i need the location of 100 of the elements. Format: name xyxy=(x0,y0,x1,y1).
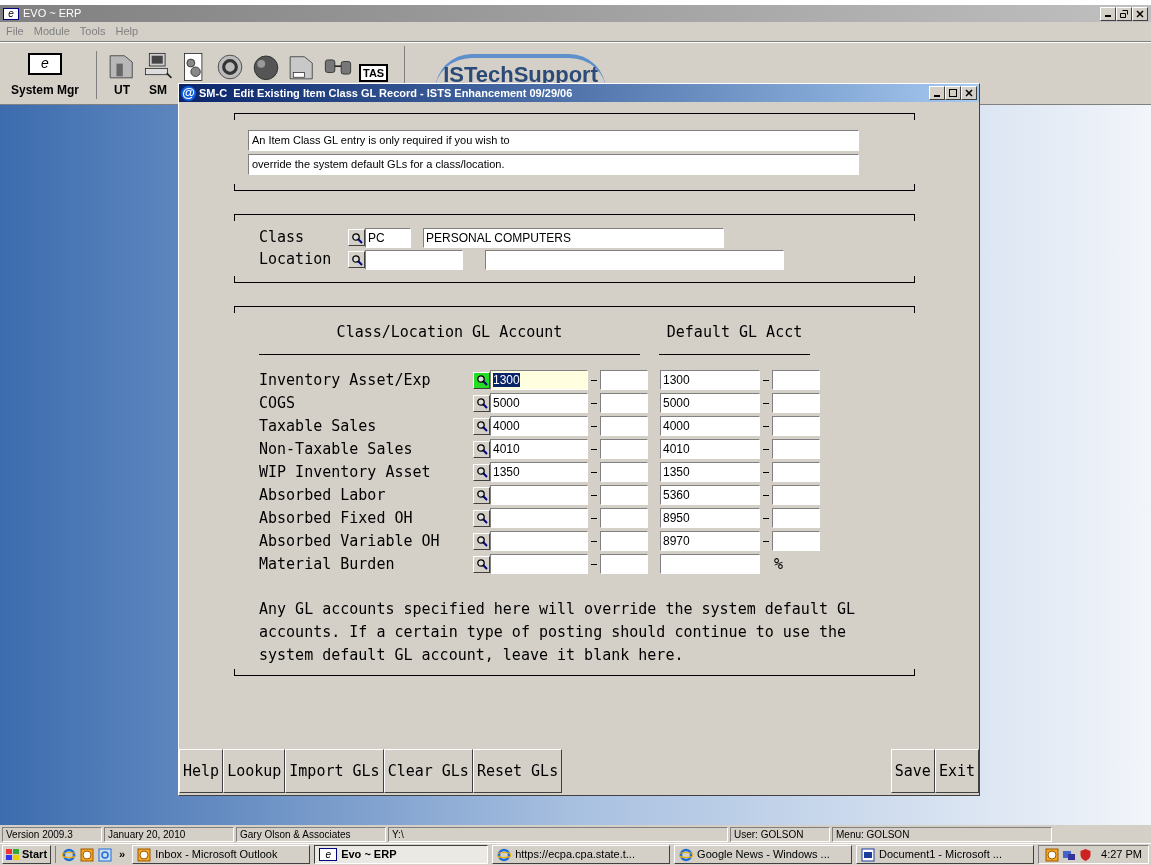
toolbar-button[interactable]: Import GLs xyxy=(285,749,384,793)
windows-flag-icon xyxy=(6,848,19,861)
lookup-button[interactable] xyxy=(473,417,490,435)
minimize-button[interactable] xyxy=(929,86,945,100)
input-field[interactable]: PERSONAL COMPUTERS xyxy=(423,227,724,248)
status-field: January 20, 2010 xyxy=(104,826,234,842)
input-field[interactable]: 1350 xyxy=(490,462,588,482)
input-field[interactable]: 1300 xyxy=(490,370,588,390)
input-field[interactable] xyxy=(600,508,648,528)
browser-icon[interactable] xyxy=(98,847,113,862)
taskbar-button[interactable]: Google News - Windows ... xyxy=(674,845,853,864)
maximize-button[interactable] xyxy=(945,86,961,100)
minimize-icon xyxy=(1105,15,1111,17)
lookup-button[interactable] xyxy=(348,251,365,268)
input-field[interactable] xyxy=(600,416,648,436)
input-field[interactable]: 8970 xyxy=(660,531,760,551)
search-icon xyxy=(475,489,488,501)
column-heading: Default GL Acct xyxy=(659,321,810,355)
lookup-button[interactable] xyxy=(473,463,490,481)
clock-icon xyxy=(137,847,152,862)
search-icon xyxy=(350,231,363,244)
toolbar-label[interactable]: System Mgr xyxy=(11,81,79,99)
input-field[interactable] xyxy=(600,485,648,505)
input-field[interactable]: 5000 xyxy=(490,393,588,413)
lookup-button[interactable] xyxy=(473,440,490,458)
toolbar-button[interactable]: Reset GLs xyxy=(472,749,563,793)
input-field[interactable] xyxy=(772,393,820,413)
input-field[interactable]: 5360 xyxy=(660,485,760,505)
restore-button[interactable] xyxy=(1116,6,1132,21)
row-label: Absorbed Labor xyxy=(259,484,387,506)
input-field[interactable] xyxy=(485,249,784,270)
toolbar-label[interactable]: SM xyxy=(149,81,167,99)
toolbar-label[interactable]: UT xyxy=(114,81,130,99)
search-icon xyxy=(475,535,488,547)
search-icon xyxy=(475,466,488,478)
search-icon xyxy=(475,374,488,386)
status-field: Gary Olson & Associates xyxy=(236,826,386,842)
toolbar-button[interactable]: Clear GLs xyxy=(383,749,473,793)
input-field[interactable] xyxy=(490,485,588,505)
info-text: An Item Class GL entry is only required if you wish to xyxy=(248,129,859,151)
input-field[interactable]: PC xyxy=(365,227,411,248)
toolbar-button[interactable]: Help xyxy=(179,749,224,793)
input-field[interactable] xyxy=(772,370,820,390)
input-field[interactable]: 8950 xyxy=(660,508,760,528)
column-heading: Class/Location GL Account xyxy=(259,321,640,355)
lookup-button[interactable] xyxy=(473,532,490,550)
field-label: Location xyxy=(259,249,333,271)
overflow-chevron[interactable]: » xyxy=(116,846,129,863)
input-field[interactable] xyxy=(660,554,760,574)
close-button[interactable] xyxy=(1132,6,1148,21)
start-button[interactable]: Start xyxy=(2,845,52,864)
input-field[interactable] xyxy=(772,439,820,459)
input-field[interactable] xyxy=(772,462,820,482)
input-field[interactable] xyxy=(600,554,648,574)
lookup-button[interactable] xyxy=(473,555,490,573)
row-label: COGS xyxy=(259,392,297,414)
toolbar-button[interactable]: Save xyxy=(890,749,935,793)
input-field[interactable] xyxy=(600,439,648,459)
close-button[interactable] xyxy=(961,86,977,100)
input-field[interactable] xyxy=(490,508,588,528)
toolbar-button[interactable]: Lookup xyxy=(223,749,286,793)
input-field[interactable] xyxy=(490,554,588,574)
input-field[interactable] xyxy=(600,393,648,413)
input-field[interactable]: 4010 xyxy=(660,439,760,459)
e-logo-icon[interactable]: e xyxy=(28,53,62,75)
row-label: Non-Taxable Sales xyxy=(259,438,414,460)
at-sign-icon: @ xyxy=(181,85,196,101)
input-field[interactable] xyxy=(600,462,648,482)
toolbar-button[interactable]: Exit xyxy=(934,749,979,793)
input-field[interactable] xyxy=(772,531,820,551)
input-field[interactable] xyxy=(772,416,820,436)
search-icon xyxy=(475,397,488,409)
computer-icon[interactable] xyxy=(143,51,173,81)
input-field[interactable] xyxy=(772,508,820,528)
input-field[interactable] xyxy=(600,370,648,390)
taskbar-button[interactable]: e Evo ~ ERP xyxy=(314,845,489,864)
input-field[interactable]: 4000 xyxy=(660,416,760,436)
input-field[interactable]: 5000 xyxy=(660,393,760,413)
input-field[interactable] xyxy=(490,531,588,551)
close-icon xyxy=(965,89,973,97)
row-label: Taxable Sales xyxy=(259,415,378,437)
tas-icon[interactable]: TAS xyxy=(359,64,389,82)
taskbar-button[interactable]: https://ecpa.cpa.state.t... xyxy=(492,845,671,864)
field-label: Class xyxy=(259,227,306,249)
lookup-button[interactable] xyxy=(473,509,490,527)
input-field[interactable]: 4010 xyxy=(490,439,588,459)
input-field[interactable]: 1300 xyxy=(660,370,760,390)
minimize-button[interactable] xyxy=(1100,6,1116,21)
lookup-button[interactable] xyxy=(348,229,365,246)
input-field[interactable] xyxy=(600,531,648,551)
lookup-button[interactable] xyxy=(473,486,490,504)
lookup-button[interactable] xyxy=(473,371,490,389)
lookup-button[interactable] xyxy=(473,394,490,412)
input-field[interactable] xyxy=(772,485,820,505)
status-field: User: GOLSON xyxy=(730,826,830,842)
taskbar-button[interactable]: Inbox - Microsoft Outlook xyxy=(132,845,311,864)
input-field[interactable]: 1350 xyxy=(660,462,760,482)
input-field[interactable] xyxy=(365,249,463,270)
input-field[interactable]: 4000 xyxy=(490,416,588,436)
taskbar-button[interactable]: Document1 - Microsoft ... xyxy=(856,845,1035,864)
